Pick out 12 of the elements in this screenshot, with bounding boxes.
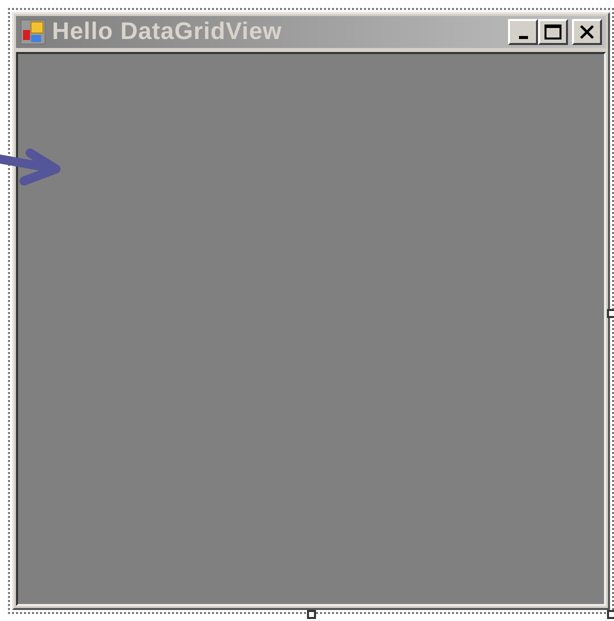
resize-handle[interactable] — [307, 610, 316, 619]
maximize-icon — [544, 24, 562, 40]
resize-handle[interactable] — [607, 309, 614, 318]
app-icon — [20, 19, 46, 45]
close-button[interactable] — [572, 19, 602, 45]
arrow-icon — [0, 147, 62, 187]
minimize-icon — [518, 36, 528, 38]
maximize-button[interactable] — [538, 19, 568, 45]
resize-handle[interactable] — [607, 610, 614, 619]
minimize-button[interactable] — [508, 19, 538, 45]
close-icon — [579, 24, 595, 40]
window-title: Hello DataGridView — [52, 18, 283, 46]
